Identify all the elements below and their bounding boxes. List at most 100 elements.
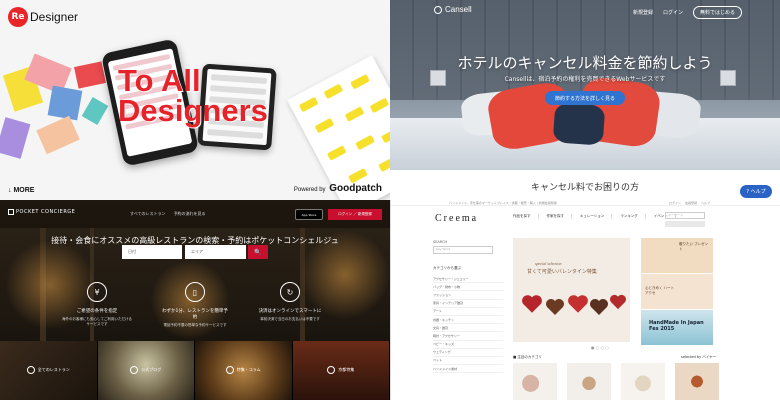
category-cards: 全てのレストラン 公式ブログ 特集・コラム 京都特集 — [0, 341, 390, 400]
cansell-headline: ホテルのキャンセル料金を節約しよう — [457, 54, 713, 72]
redesigner-panel: Re Designer To All Designers ↓ MORE Powe… — [0, 0, 390, 200]
feature-desc: 海外のお客様にも安心してご利用いただけるサービスです — [62, 317, 132, 326]
category-item[interactable]: アクセサリー・ジュエリー — [433, 275, 503, 284]
pocket-logo-icon — [8, 209, 14, 215]
product-thumb[interactable] — [567, 363, 611, 400]
topline-login[interactable]: ログイン — [669, 201, 681, 205]
card-all-restaurants[interactable]: 全てのレストラン — [0, 341, 98, 400]
search-icon: 🔍 — [254, 248, 262, 256]
category-item[interactable]: ベビー・キッズ — [433, 341, 503, 349]
card-label: 特集・コラム — [236, 367, 261, 372]
deco-shape-teal — [81, 96, 109, 126]
nav-signup[interactable]: 新規登録 — [633, 9, 653, 16]
topline-register[interactable]: 会員登録 — [685, 201, 697, 205]
heart-chocolate-icon — [522, 295, 542, 313]
card-features[interactable]: 特集・コラム — [195, 341, 293, 400]
menu-creators[interactable]: 作家を探す — [547, 214, 572, 219]
circle-icon — [26, 366, 35, 374]
topline-links: ログイン 会員登録 ヘルプ — [669, 201, 710, 205]
feature-conditions: ¥ ご希望の条件を指定 海外のお客様にも安心してご利用いただけるサービスです — [62, 282, 132, 327]
menu-curation[interactable]: キュレーション — [580, 214, 613, 219]
cansell-subline: Cansellは、宿泊予約の権利を売買できるWebサービスです — [504, 76, 666, 83]
slider-dots[interactable]: ● ○ ○ ○ — [591, 345, 609, 350]
yen-icon: ¥ — [87, 282, 107, 302]
circle-icon — [130, 366, 139, 374]
category-item[interactable]: ペット — [433, 357, 503, 366]
gift-banner[interactable]: 贈りたい プレゼント — [641, 238, 713, 273]
handmade-fes-banner[interactable]: HandMade In Japan Fes 2015 — [641, 310, 713, 345]
category-item[interactable]: ハンドメイド素材 — [433, 365, 503, 374]
product-thumb[interactable] — [621, 363, 665, 400]
tile-text: HandMade In Japan Fes 2015 — [649, 320, 704, 332]
topline-help[interactable]: ヘルプ — [701, 201, 710, 205]
learn-more-button[interactable]: 節約する方法を詳しく見る — [545, 91, 625, 105]
valentine-banner[interactable]: special selection 甘くて可愛いバレンタイン特集 — [513, 238, 630, 342]
date-select[interactable]: 日付 — [122, 245, 182, 259]
pillow-navy — [552, 102, 606, 146]
circle-icon — [327, 366, 336, 374]
login-signup-button[interactable]: ログイン ／ 新規登録 — [328, 209, 382, 220]
cansell-topbar: Cansell 新規登録 ログイン 無料ではじめる — [390, 0, 780, 20]
banner-special-label: special selection — [535, 261, 562, 266]
menu-items[interactable]: 作品を探す — [513, 214, 539, 219]
product-thumb[interactable] — [513, 363, 557, 400]
search-button[interactable]: 🔍 — [248, 245, 268, 259]
category-item[interactable]: バッグ・財布・小物 — [433, 283, 503, 292]
heart-accessory-banner[interactable]: 心ときめく ハートアクセ — [641, 274, 713, 309]
payment-icon: ↻ — [280, 282, 300, 302]
header-search-button[interactable] — [665, 221, 705, 227]
feature-title: わずか1分、レストランを簡単予約 — [162, 309, 228, 320]
cansell-logo[interactable]: Cansell — [434, 5, 472, 14]
hero-heading: To All Designers — [118, 65, 268, 126]
header-search-input[interactable]: キーワード — [665, 212, 705, 219]
heart-chocolate-icon — [590, 299, 608, 315]
topline-text: ハンドメイド、手仕事のマーケットプレイス・通販・販売・購入 | 新規会員登録 — [449, 201, 557, 205]
category-item[interactable]: 文具・雑貨 — [433, 324, 503, 333]
circle-icon — [225, 366, 234, 374]
category-item[interactable]: ウェディング — [433, 349, 503, 357]
nav-all-restaurants[interactable]: すべてのレストラン — [130, 211, 166, 217]
product-thumbnails — [513, 363, 719, 400]
heart-chocolate-icon — [568, 295, 588, 313]
pocket-brand-text: POCKET CONCIERGE — [16, 209, 76, 215]
nav-reservation-flow[interactable]: 予約の流れを見る — [174, 211, 206, 217]
cansell-brand-text: Cansell — [445, 5, 472, 14]
feature-desc: 電話予約不要の簡単な予約サービスです — [163, 323, 227, 327]
category-item[interactable]: ファッション — [433, 291, 503, 300]
menu-ranking[interactable]: ランキング — [620, 214, 646, 219]
redesigner-logo[interactable]: Re Designer — [8, 7, 78, 27]
more-link[interactable]: ↓ MORE — [8, 187, 34, 194]
pocket-topbar: POCKET CONCIERGE すべてのレストラン 予約の流れを見る App … — [0, 200, 390, 228]
pocket-concierge-panel: POCKET CONCIERGE すべてのレストラン 予約の流れを見る App … — [0, 200, 390, 400]
app-store-badge[interactable]: App Store — [295, 209, 323, 220]
feature-title: 決済はオンラインでスマートに — [258, 309, 322, 314]
category-item[interactable]: 食器・キッチン — [433, 316, 503, 325]
creema-topline: ハンドメイド、手仕事のマーケットプレイス・通販・販売・購入 | 新規会員登録 ロ… — [391, 200, 780, 206]
product-thumb[interactable] — [675, 363, 719, 400]
deco-shape-red — [74, 61, 106, 89]
logo-text: Designer — [30, 10, 79, 24]
feature-title: ご希望の条件を指定 — [76, 309, 118, 314]
selected-by-label: selected by バイヤー — [681, 355, 717, 359]
side-banners: 贈りたい プレゼント 心ときめく ハートアクセ HandMade In Japa… — [641, 238, 713, 346]
goodpatch-logo[interactable]: Goodpatch — [329, 183, 382, 194]
card-label: 全てのレストラン — [37, 367, 70, 372]
card-blog[interactable]: 公式ブログ — [97, 341, 195, 400]
creema-logo[interactable]: Creema — [435, 213, 478, 224]
cancel-fee-question: キャンセル料でお困りの方 — [530, 183, 639, 193]
start-free-button[interactable]: 無料ではじめる — [692, 6, 742, 19]
heart-chocolate-icon — [610, 294, 626, 310]
side-search-input[interactable]: Key Word — [433, 246, 493, 254]
deco-shape-blue — [47, 85, 83, 121]
category-item[interactable]: アート — [433, 308, 503, 316]
pocket-logo[interactable]: POCKET CONCIERGE — [8, 209, 75, 215]
category-item[interactable]: 家具・インテリア雑貨 — [433, 300, 503, 308]
cansell-hero: Cansell 新規登録 ログイン 無料ではじめる ホテルのキャンセル料金を節約… — [390, 0, 780, 170]
card-kyoto[interactable]: 京都特集 — [292, 341, 390, 400]
nav-login[interactable]: ログイン — [663, 9, 683, 16]
help-button[interactable]: ? ヘルプ — [740, 185, 772, 198]
banner-title: 甘くて可愛いバレンタイン特集 — [527, 269, 597, 275]
category-item[interactable]: 時計・アクセサリー — [433, 332, 503, 341]
feature-desc: 事前決済で当日のお支払いは不要です — [260, 317, 320, 321]
area-select[interactable]: エリア — [185, 245, 246, 259]
